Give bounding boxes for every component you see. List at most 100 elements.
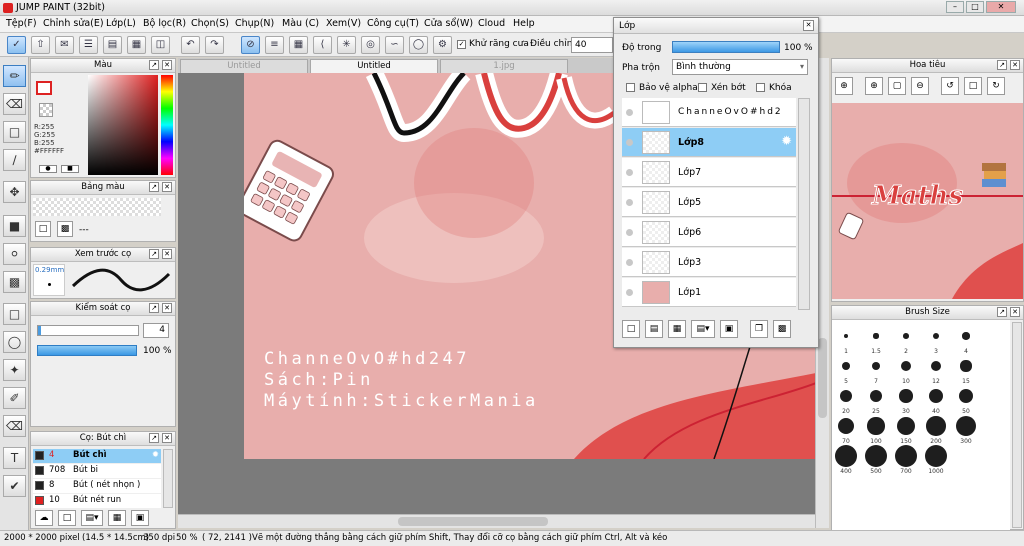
- layer-row-text[interactable]: ChanneOvO#hd2: [622, 98, 796, 127]
- lasso-tool-icon[interactable]: ◯: [3, 331, 26, 353]
- cloud-icon[interactable]: ☁: [35, 510, 53, 526]
- folder-icon[interactable]: ▣: [720, 320, 738, 338]
- brush-size-dot[interactable]: [871, 361, 881, 371]
- visibility-icon[interactable]: [626, 229, 633, 236]
- close-icon[interactable]: ✕: [162, 60, 172, 70]
- parallel-lines-icon[interactable]: ≡: [265, 36, 284, 54]
- close-icon[interactable]: ✕: [162, 303, 172, 313]
- fit-window-icon[interactable]: ▢: [888, 77, 906, 95]
- foreground-color-swatch[interactable]: [36, 81, 52, 95]
- layer-row-selected[interactable]: Lớp8 ✹: [622, 128, 796, 157]
- curve-icon[interactable]: ∽: [385, 36, 404, 54]
- visibility-icon[interactable]: [626, 139, 633, 146]
- visibility-icon[interactable]: [626, 109, 633, 116]
- horizontal-scrollbar[interactable]: [178, 514, 823, 528]
- layer-row[interactable]: Lớp6: [622, 218, 796, 247]
- note-icon[interactable]: ☰: [79, 36, 98, 54]
- concentric-icon[interactable]: ◎: [361, 36, 380, 54]
- brush-size-input[interactable]: 4: [143, 323, 169, 338]
- popout-icon[interactable]: ↗: [997, 307, 1007, 317]
- radial-icon[interactable]: ✳: [337, 36, 356, 54]
- close-icon[interactable]: ✕: [1010, 307, 1020, 317]
- brush-size-dot[interactable]: [955, 415, 977, 437]
- rotate-right-icon[interactable]: ↻: [987, 77, 1005, 95]
- merge-layer-icon[interactable]: ▩: [773, 320, 791, 338]
- menu-color[interactable]: Màu (C): [282, 18, 319, 29]
- folder-icon[interactable]: ▣: [131, 510, 149, 526]
- brush-size-dot[interactable]: [873, 333, 879, 339]
- export-icon[interactable]: ⇧: [31, 36, 50, 54]
- brush-size-dot[interactable]: [958, 388, 974, 404]
- comment-icon[interactable]: ✉: [55, 36, 74, 54]
- menu-select[interactable]: Chọn(S): [191, 18, 229, 29]
- perspective-icon[interactable]: ⟨: [313, 36, 332, 54]
- gear-icon[interactable]: ✹: [152, 449, 159, 462]
- page-icon[interactable]: ▤: [103, 36, 122, 54]
- no-guide-icon[interactable]: ⊘: [241, 36, 260, 54]
- brush-size-dot[interactable]: [842, 362, 850, 370]
- background-color-swatch[interactable]: [39, 103, 53, 117]
- tab-1-jpg[interactable]: 1.jpg: [440, 59, 568, 73]
- select-eraser-tool-icon[interactable]: ⌫: [3, 415, 26, 437]
- menu-help[interactable]: Help: [513, 18, 535, 29]
- brush-size-dot[interactable]: [835, 445, 857, 467]
- horizontal-scroll-thumb[interactable]: [398, 517, 548, 526]
- zoom-out-icon[interactable]: ⊖: [911, 77, 929, 95]
- brush-size-dot[interactable]: [867, 417, 885, 435]
- brush-size-dot[interactable]: [928, 388, 944, 404]
- lock-checkbox[interactable]: [756, 83, 765, 92]
- delete-palette-icon[interactable]: ▩: [57, 221, 73, 237]
- new-layer-icon[interactable]: □: [622, 320, 640, 338]
- popout-icon[interactable]: ↗: [149, 303, 159, 313]
- tab-untitled-2[interactable]: Untitled: [310, 59, 438, 73]
- menu-file[interactable]: Tệp(F): [6, 18, 37, 29]
- marquee-tool-icon[interactable]: □: [3, 303, 26, 325]
- brush-size-dot[interactable]: [930, 360, 942, 372]
- tab-untitled-1[interactable]: Untitled: [180, 59, 308, 73]
- new-raster-layer-icon[interactable]: ▤: [645, 320, 663, 338]
- visibility-icon[interactable]: [626, 199, 633, 206]
- eyedropper-tool-icon[interactable]: ✔: [3, 475, 26, 497]
- adjust-input[interactable]: 40: [571, 37, 613, 53]
- visibility-icon[interactable]: [626, 169, 633, 176]
- duplicate-layer-icon[interactable]: ❐: [750, 320, 768, 338]
- brush-item[interactable]: 708 Bút bi: [33, 464, 161, 478]
- brush-size-dot[interactable]: [960, 360, 972, 372]
- brush-list-scrollbar[interactable]: [163, 449, 173, 508]
- brush-size-dot[interactable]: [901, 361, 911, 371]
- undo-icon[interactable]: ↶: [181, 36, 200, 54]
- eraser-tool-icon[interactable]: ⌫: [3, 93, 26, 115]
- close-icon[interactable]: ✕: [803, 20, 814, 31]
- menu-view[interactable]: Xem(V): [326, 18, 361, 29]
- brush-size-dot[interactable]: [899, 389, 913, 403]
- brush-menu-icon[interactable]: ▤▾: [81, 510, 103, 526]
- layer-row[interactable]: Lớp5: [622, 188, 796, 217]
- swap-icon[interactable]: ■: [61, 165, 79, 173]
- layer-menu-icon[interactable]: ▤▾: [691, 320, 715, 338]
- menu-cloud[interactable]: Cloud: [478, 18, 505, 29]
- grid-layout-icon[interactable]: ◫: [151, 36, 170, 54]
- move-tool-icon[interactable]: ✥: [3, 181, 26, 203]
- new-vector-layer-icon[interactable]: ▦: [668, 320, 686, 338]
- grid-icon[interactable]: ▦: [289, 36, 308, 54]
- menu-capture[interactable]: Chụp(N): [235, 18, 274, 29]
- brush-size-dot[interactable]: [903, 333, 909, 339]
- close-icon[interactable]: ✕: [162, 182, 172, 192]
- pen-tool-icon[interactable]: ✏: [3, 65, 26, 87]
- protect-alpha-checkbox[interactable]: [626, 83, 635, 92]
- magic-wand-tool-icon[interactable]: ✦: [3, 359, 26, 381]
- visibility-icon[interactable]: [626, 289, 633, 296]
- zoom-in-icon[interactable]: ⊕: [865, 77, 883, 95]
- gradient-tool-icon[interactable]: ▩: [3, 271, 26, 293]
- brush-size-slider[interactable]: [37, 325, 139, 336]
- antialias-checkbox[interactable]: ✓: [457, 40, 466, 49]
- popout-icon[interactable]: ↗: [149, 433, 159, 443]
- popout-icon[interactable]: ↗: [997, 60, 1007, 70]
- menu-filter[interactable]: Bộ lọc(R): [143, 18, 186, 29]
- menu-edit[interactable]: Chỉnh sửa(E): [43, 18, 104, 29]
- popout-icon[interactable]: ↗: [149, 249, 159, 259]
- brush-size-dot[interactable]: [896, 416, 916, 436]
- layer-row[interactable]: Lớp1: [622, 278, 796, 307]
- layer-row[interactable]: Lớp7: [622, 158, 796, 187]
- text-tool-icon[interactable]: T: [3, 447, 26, 469]
